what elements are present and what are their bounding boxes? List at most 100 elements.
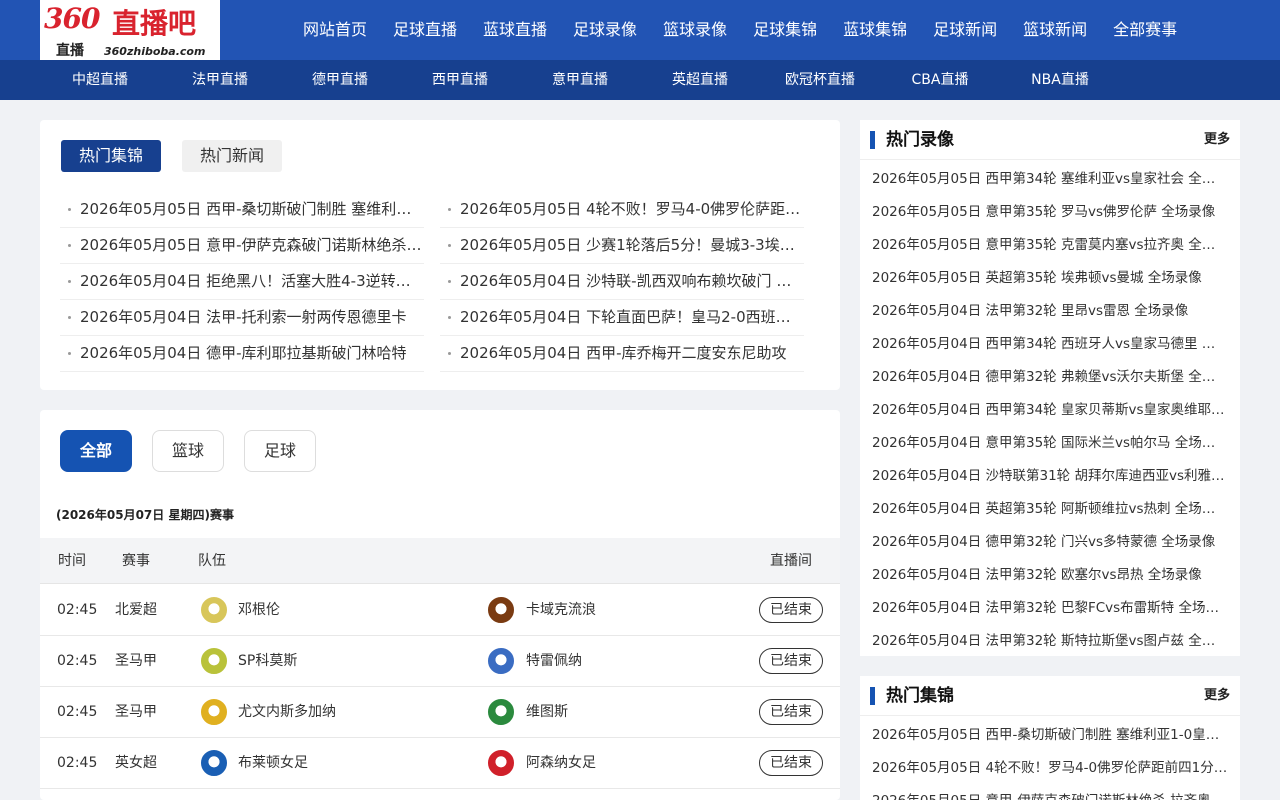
subnav-ligue1[interactable]: 法甲直播 [160, 60, 280, 100]
table-row[interactable]: 02:45 英女超 布莱顿女足 阿森纳女足 已结束 [40, 738, 840, 789]
list-item[interactable]: 2026年05月04日 德甲第32轮 门兴vs多特蒙德 全场录像 [860, 526, 1240, 559]
home-team-logo-icon [201, 597, 227, 623]
list-item[interactable]: 2026年05月05日 英超第35轮 埃弗顿vs曼城 全场录像 [860, 262, 1240, 295]
list-item[interactable]: 2026年05月04日 法甲第32轮 里昂vs雷恩 全场录像 [860, 295, 1240, 328]
news-item[interactable]: 2026年05月04日 拒绝黑八！活塞大胜4-3逆转魔术 [60, 264, 424, 300]
subnav-cba[interactable]: CBA直播 [880, 60, 1000, 100]
list-item[interactable]: 2026年05月05日 4轮不败！罗马4-0佛罗伦萨距前四1分 力压尤文 [860, 752, 1240, 785]
news-item[interactable]: 2026年05月05日 意甲-伊萨克森破门诺斯林绝杀 拉齐奥 [60, 228, 424, 264]
list-item[interactable]: 2026年05月04日 法甲第32轮 斯特拉斯堡vs图卢兹 全场录像 [860, 625, 1240, 658]
hot-videos-title: 热门录像 [886, 130, 954, 150]
match-status-button[interactable]: 已结束 [759, 699, 823, 725]
match-time: 02:45 [57, 704, 98, 720]
hot-highlights-list: 2026年05月05日 西甲-桑切斯破门制胜 塞维利亚1-0皇家社会 2026年… [860, 716, 1240, 800]
subnav-ucl[interactable]: 欧冠杯直播 [760, 60, 880, 100]
hot-videos-more-link[interactable]: 更多 [1204, 120, 1230, 160]
title-accent-bar [870, 687, 875, 705]
col-live: 直播间 [770, 553, 812, 569]
hot-content-card: 热门集锦 热门新闻 2026年05月05日 西甲-桑切斯破门制胜 塞维利亚1-0… [40, 120, 840, 390]
col-league: 赛事 [122, 553, 150, 569]
home-team[interactable]: 邓根伦 [238, 585, 280, 635]
subnav-seriea[interactable]: 意甲直播 [520, 60, 640, 100]
news-item[interactable]: 2026年05月04日 西甲-库乔梅开二度安东尼助攻 [440, 336, 804, 372]
list-item[interactable]: 2026年05月05日 西甲-桑切斯破门制胜 塞维利亚1-0皇家社会 [860, 719, 1240, 752]
news-item[interactable]: 2026年05月05日 少赛1轮落后5分！曼城3-3埃弗顿 [440, 228, 804, 264]
tab-hot-highlights[interactable]: 热门集锦 [61, 140, 162, 172]
filter-all-button[interactable]: 全部 [60, 430, 132, 472]
table-row[interactable]: 02:45 圣马甲 尤文内斯多加纳 维图斯 已结束 [40, 687, 840, 738]
list-item[interactable]: 2026年05月04日 法甲第32轮 欧塞尔vs昂热 全场录像 [860, 559, 1240, 592]
list-item[interactable]: 2026年05月04日 法甲第32轮 巴黎FCvs布雷斯特 全场录像 [860, 592, 1240, 625]
logo-url: 360zhiboba.com [104, 45, 206, 58]
list-item[interactable]: 2026年05月04日 英超第35轮 阿斯顿维拉vs热刺 全场录像 [860, 493, 1240, 526]
match-time: 02:45 [57, 602, 98, 618]
away-team[interactable]: 特雷佩纳 [526, 636, 582, 686]
table-row[interactable]: 02:45 北爱超 邓根伦 卡域克流浪 已结束 [40, 585, 840, 636]
news-item[interactable]: 2026年05月04日 法甲-托利索一射两传恩德里卡 [60, 300, 424, 336]
list-item[interactable]: 2026年05月04日 德甲第32轮 弗赖堡vs沃尔夫斯堡 全场录像 [860, 361, 1240, 394]
hot-news-column-left: 2026年05月05日 西甲-桑切斯破门制胜 塞维利亚1-0皇家社会 2026年… [60, 192, 424, 372]
subnav-nba[interactable]: NBA直播 [1000, 60, 1120, 100]
home-team[interactable]: 布莱顿女足 [238, 738, 308, 788]
schedule-table-header: 时间 赛事 队伍 直播间 [40, 538, 840, 584]
match-status-button[interactable]: 已结束 [759, 648, 823, 674]
nav-basketball-live[interactable]: 蓝球直播 [470, 0, 560, 60]
match-status-button[interactable]: 已结束 [759, 597, 823, 623]
nav-football-replay[interactable]: 足球录像 [560, 0, 650, 60]
hot-highlights-more-link[interactable]: 更多 [1204, 676, 1230, 716]
match-status-button[interactable]: 已结束 [759, 750, 823, 776]
news-item[interactable]: 2026年05月04日 沙特联-凯西双响布赖坎破门 吉达国民 [440, 264, 804, 300]
away-team[interactable]: 阿森纳女足 [526, 738, 596, 788]
match-league: 圣马甲 [115, 653, 157, 669]
subnav-csl[interactable]: 中超直播 [40, 60, 160, 100]
news-item[interactable]: 2026年05月05日 4轮不败！罗马4-0佛罗伦萨距前四1分 [440, 192, 804, 228]
list-item[interactable]: 2026年05月04日 沙特联第31轮 胡拜尔库迪西亚vs利雅得胜利 全场录像 [860, 460, 1240, 493]
nav-all-events[interactable]: 全部赛事 [1100, 0, 1190, 60]
away-team-logo-icon [488, 750, 514, 776]
match-league: 北爱超 [115, 602, 157, 618]
logo-sub: 直播 [56, 43, 84, 59]
list-item[interactable]: 2026年05月05日 西甲第34轮 塞维利亚vs皇家社会 全场录像 [860, 163, 1240, 196]
away-team[interactable]: 卡域克流浪 [526, 585, 596, 635]
nav-basketball-news[interactable]: 篮球新闻 [1010, 0, 1100, 60]
table-row[interactable]: 02:45 圣马甲 SP科莫斯 特雷佩纳 已结束 [40, 636, 840, 687]
list-item[interactable]: 2026年05月04日 西甲第34轮 西班牙人vs皇家马德里 全场录像 [860, 328, 1240, 361]
list-item[interactable]: 2026年05月05日 意甲-伊萨克森破门诺斯林绝杀 拉齐奥 [860, 785, 1240, 800]
list-item[interactable]: 2026年05月05日 意甲第35轮 克雷莫内塞vs拉齐奥 全场录像 [860, 229, 1240, 262]
away-team[interactable]: 维图斯 [526, 687, 568, 737]
subnav-bundesliga[interactable]: 德甲直播 [280, 60, 400, 100]
match-time: 02:45 [57, 755, 98, 771]
nav-football-highlights[interactable]: 足球集锦 [740, 0, 830, 60]
list-item[interactable]: 2026年05月04日 西甲第34轮 皇家贝蒂斯vs皇家奥维耶多 全场录像 [860, 394, 1240, 427]
away-team-logo-icon [488, 648, 514, 674]
news-item[interactable]: 2026年05月05日 西甲-桑切斯破门制胜 塞维利亚1-0皇家社会 [60, 192, 424, 228]
filter-football-button[interactable]: 足球 [244, 430, 316, 472]
home-team-logo-icon [201, 699, 227, 725]
filter-basketball-button[interactable]: 篮球 [152, 430, 224, 472]
home-team[interactable]: SP科莫斯 [238, 636, 297, 686]
nav-home[interactable]: 网站首页 [290, 0, 380, 60]
hot-videos-list: 2026年05月05日 西甲第34轮 塞维利亚vs皇家社会 全场录像 2026年… [860, 160, 1240, 658]
news-item[interactable]: 2026年05月04日 下轮直面巴萨！皇马2-0西班牙人 [440, 300, 804, 336]
col-teams: 队伍 [198, 553, 226, 569]
title-accent-bar [870, 131, 875, 149]
main-nav: 网站首页 足球直播 蓝球直播 足球录像 篮球录像 足球集锦 蓝球集锦 足球新闻 … [290, 0, 1190, 60]
list-item[interactable]: 2026年05月05日 意甲第35轮 罗马vs佛罗伦萨 全场录像 [860, 196, 1240, 229]
top-header: 360 直播吧 直播 360zhiboba.com 网站首页 足球直播 蓝球直播… [0, 0, 1280, 60]
nav-basketball-replay[interactable]: 篮球录像 [650, 0, 740, 60]
nav-football-news[interactable]: 足球新闻 [920, 0, 1010, 60]
subnav-laliga[interactable]: 西甲直播 [400, 60, 520, 100]
site-logo[interactable]: 360 直播吧 直播 360zhiboba.com [40, 0, 220, 60]
hot-news-column-right: 2026年05月05日 4轮不败！罗马4-0佛罗伦萨距前四1分 2026年05月… [440, 192, 804, 372]
nav-football-live[interactable]: 足球直播 [380, 0, 470, 60]
subnav-epl[interactable]: 英超直播 [640, 60, 760, 100]
nav-basketball-highlights[interactable]: 蓝球集锦 [830, 0, 920, 60]
hot-videos-header: 热门录像 更多 [860, 120, 1240, 160]
list-item[interactable]: 2026年05月04日 意甲第35轮 国际米兰vs帕尔马 全场录像 [860, 427, 1240, 460]
news-item[interactable]: 2026年05月04日 德甲-库利耶拉基斯破门林哈特 [60, 336, 424, 372]
tab-hot-news[interactable]: 热门新闻 [182, 140, 283, 172]
logo-name: 直播吧 [112, 7, 197, 40]
away-team-logo-icon [488, 597, 514, 623]
logo-brand: 360 [44, 2, 100, 35]
home-team[interactable]: 尤文内斯多加纳 [238, 687, 336, 737]
